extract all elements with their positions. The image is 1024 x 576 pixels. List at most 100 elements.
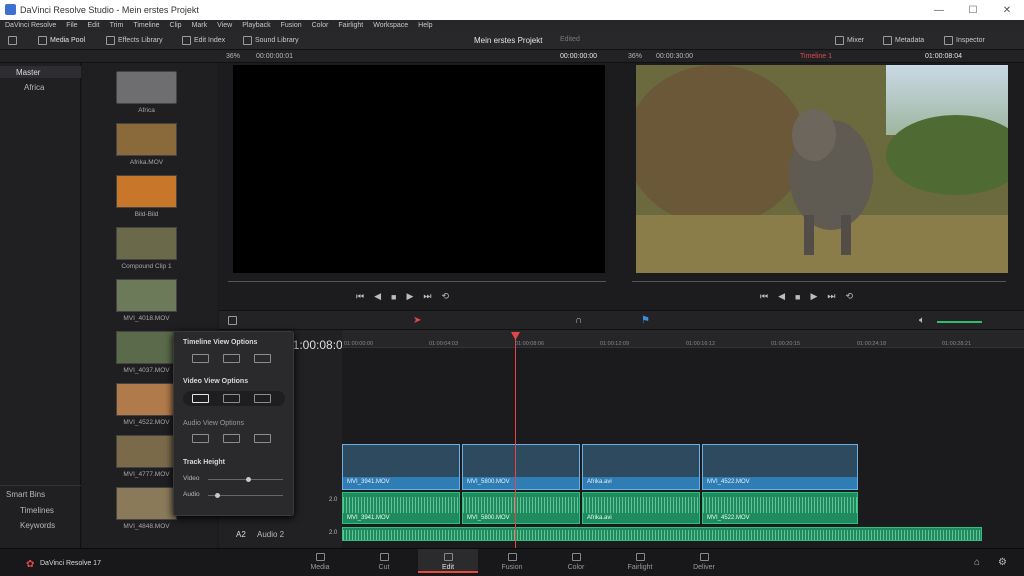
maximize-button[interactable]: ☐ [956, 0, 990, 20]
viewer-right-zoom[interactable]: 36% [628, 53, 642, 60]
stop-icon[interactable]: ■ [391, 292, 396, 302]
subtitle-tracks-icon[interactable] [223, 354, 240, 363]
effects-library-button[interactable]: Effects Library [106, 36, 163, 45]
menu-color[interactable]: Color [307, 20, 334, 32]
media-clip[interactable]: MVI_4037.MOV [116, 331, 177, 374]
menu-workspace[interactable]: Workspace [368, 20, 413, 32]
settings-gear-icon[interactable]: ⚙ [998, 557, 1007, 568]
viewer-left-zoom[interactable]: 36% [226, 53, 240, 60]
toggle-panel-button[interactable] [8, 36, 17, 45]
timeline-scrubber[interactable] [632, 281, 1006, 282]
loop-icon[interactable]: ⟲ [846, 291, 854, 302]
flag-icon[interactable]: ⚑ [641, 315, 650, 326]
media-clip[interactable]: Afrika.MOV [116, 123, 177, 166]
play-reverse-icon[interactable]: ◀ [374, 291, 381, 302]
close-button[interactable]: ✕ [990, 0, 1024, 20]
video-clip[interactable]: MVI_5800.MOV [462, 444, 580, 490]
page-cut[interactable]: Cut [354, 553, 414, 571]
waveform [463, 497, 579, 513]
menu-trim[interactable]: Trim [105, 20, 129, 32]
track-a2-name[interactable]: Audio 2 [257, 530, 284, 539]
menu-file[interactable]: File [61, 20, 82, 32]
media-clip[interactable]: Bild-Bild [116, 175, 177, 218]
video-height-knob[interactable] [246, 477, 251, 482]
skip-back-icon[interactable]: ⏮ [356, 291, 364, 302]
video-clip[interactable]: MVI_3941.MOV [342, 444, 460, 490]
waveform-overlay-icon[interactable] [223, 434, 240, 443]
menu-davinci[interactable]: DaVinci Resolve [0, 20, 61, 32]
media-clip[interactable]: Compound Clip 1 [116, 227, 177, 270]
page-fusion[interactable]: Fusion [482, 553, 542, 571]
volume-icon[interactable]: 🔈︎ [919, 315, 925, 326]
video-clip[interactable]: MVI_4522.MOV [702, 444, 858, 490]
menu-playback[interactable]: Playback [237, 20, 275, 32]
volume-slider[interactable] [937, 321, 982, 323]
stacked-timelines-icon[interactable] [192, 354, 209, 363]
play-icon[interactable]: ▶ [406, 291, 413, 302]
play-icon[interactable]: ▶ [810, 291, 817, 302]
audio-clip[interactable]: MVI_3941.MOV [342, 492, 460, 524]
page-media[interactable]: Media [290, 553, 350, 571]
mixer-button[interactable]: Mixer [835, 36, 864, 45]
media-clip[interactable]: MVI_4018.MOV [116, 279, 177, 322]
waveform-view-icon[interactable] [192, 434, 209, 443]
inspector-button[interactable]: Inspector [944, 36, 985, 45]
loop-icon[interactable]: ⟲ [442, 291, 450, 302]
menu-timeline[interactable]: Timeline [128, 20, 164, 32]
page-deliver[interactable]: Deliver [674, 553, 734, 571]
simple-view-icon[interactable] [254, 394, 271, 403]
skip-forward-icon[interactable]: ⏭ [827, 291, 835, 302]
skip-back-icon[interactable]: ⏮ [760, 291, 768, 302]
media-clip[interactable]: MVI_4848.MOV [116, 487, 177, 530]
page-color[interactable]: Color [546, 553, 606, 571]
home-icon[interactable]: ⌂ [974, 557, 980, 568]
page-fairlight[interactable]: Fairlight [610, 553, 670, 571]
menu-help[interactable]: Help [413, 20, 437, 32]
timeline-name[interactable]: Timeline 1 [800, 53, 832, 60]
menu-mark[interactable]: Mark [187, 20, 213, 32]
media-clip[interactable]: MVI_4522.MOV [116, 383, 177, 426]
media-pool-button[interactable]: Media Pool [38, 36, 85, 45]
bin-africa[interactable]: Africa [24, 83, 44, 92]
smart-bin-timelines[interactable]: Timelines [20, 506, 54, 515]
video-clip[interactable]: Afrika.avi [582, 444, 700, 490]
audio-height-knob[interactable] [215, 493, 220, 498]
timeline-toolbar: ➤ ∩ ⚑ 🔈︎ [219, 310, 1024, 330]
stop-icon[interactable]: ■ [795, 292, 800, 302]
source-scrubber[interactable] [228, 281, 606, 282]
menu-view[interactable]: View [212, 20, 237, 32]
menu-clip[interactable]: Clip [165, 20, 187, 32]
audio-clip[interactable]: MVI_5800.MOV [462, 492, 580, 524]
timeline-ruler[interactable]: 01:00:00:00 01:00:04:03 01:00:08:06 01:0… [342, 330, 1024, 348]
minimize-button[interactable]: — [922, 0, 956, 20]
timeline-view-options-icon[interactable] [228, 316, 237, 325]
audio-clip-a2[interactable] [342, 527, 982, 541]
timeline-area[interactable]: 01:00:00:00 01:00:04:03 01:00:08:06 01:0… [342, 330, 1024, 548]
media-clip[interactable]: Africa [116, 71, 177, 114]
source-viewer-screen[interactable] [233, 65, 605, 273]
menu-fairlight[interactable]: Fairlight [333, 20, 368, 32]
thumbnail-view-icon[interactable] [223, 394, 240, 403]
edit-index-button[interactable]: Edit Index [182, 36, 225, 45]
skip-forward-icon[interactable]: ⏭ [423, 291, 431, 302]
media-clip[interactable]: MVI_4777.MOV [116, 435, 177, 478]
snapping-icon[interactable]: ∩ [575, 315, 582, 326]
smart-bin-keywords[interactable]: Keywords [20, 521, 55, 530]
page-edit[interactable]: Edit [418, 549, 478, 573]
filmstrip-view-icon[interactable] [192, 394, 209, 403]
audio-clip[interactable]: MVI_4522.MOV [702, 492, 858, 524]
playhead[interactable] [515, 332, 516, 548]
bin-master[interactable]: Master [16, 68, 40, 77]
play-reverse-icon[interactable]: ◀ [778, 291, 785, 302]
audio-waveform-view-icon[interactable] [254, 354, 271, 363]
sound-library-button[interactable]: Sound Library [243, 36, 299, 45]
selection-tool-icon[interactable]: ➤ [413, 315, 421, 326]
audio-clip[interactable]: Afrika.avi [582, 492, 700, 524]
metadata-button[interactable]: Metadata [883, 36, 924, 45]
waveform [343, 530, 981, 540]
waveform-full-icon[interactable] [254, 434, 271, 443]
timeline-viewer-screen[interactable] [636, 65, 1008, 273]
menu-fusion[interactable]: Fusion [276, 20, 307, 32]
audio-level-a1: 2.0 [329, 497, 338, 503]
menu-edit[interactable]: Edit [83, 20, 105, 32]
